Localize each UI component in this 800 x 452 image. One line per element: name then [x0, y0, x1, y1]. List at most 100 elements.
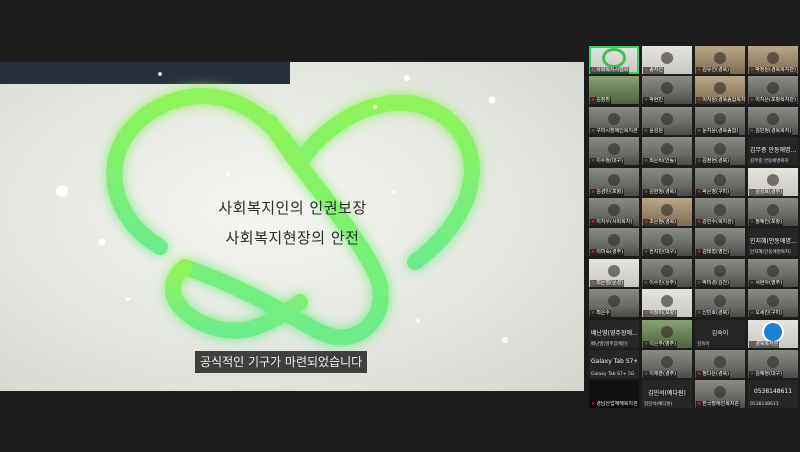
participant-tile[interactable]: ⨯이지우(사회복지)	[589, 198, 639, 226]
participant-tile[interactable]: ⨯박은영(구미)	[695, 167, 745, 196]
participant-video	[661, 112, 673, 125]
participant-video	[661, 264, 673, 277]
sparkle-dot	[158, 72, 162, 76]
participant-tile[interactable]: ⨯문지윤(경북종합)	[695, 106, 745, 135]
participant-tile[interactable]: 김무중 안동애명... 김무중 안동애명복지	[748, 137, 798, 166]
muted-mic-icon: ⨯	[644, 219, 649, 225]
participant-name-label: ⨯김혜정(대구)	[749, 371, 784, 378]
muted-mic-icon: ⨯	[750, 340, 755, 347]
participant-video	[714, 52, 726, 64]
participant-tile[interactable]: ⨯이지은(포항복지관)	[748, 76, 798, 105]
participant-tile[interactable]: ⨯정다은(경북)	[695, 350, 745, 378]
participant-tile[interactable]: 김민석(예다원) 김민석(예다원)	[642, 380, 692, 409]
participant-tile[interactable]: 인지혜(안동애명... 인지혜(안동애명복지)	[748, 228, 798, 257]
participant-tile[interactable]: ⨯김현정(경북)	[642, 167, 692, 196]
participant-tile[interactable]: ⨯이수민(상주)	[642, 258, 692, 287]
participant-tile[interactable]: ⨯사회복지사협회	[589, 46, 639, 74]
participant-tile[interactable]: 김숙이 김숙이	[695, 319, 745, 348]
participant-tile[interactable]: ⨯김태형(영천)	[695, 228, 745, 257]
muted-mic-icon: ⨯	[750, 127, 755, 134]
participant-tile[interactable]: ⨯경북복지관	[748, 319, 798, 348]
muted-mic-icon: ⨯	[697, 219, 702, 225]
participant-name-label: 김민석(예다원)	[644, 402, 673, 408]
participant-tile[interactable]: ⨯오세진(구미)	[748, 289, 798, 318]
participant-name-label: ⨯경북복지관	[749, 340, 780, 348]
participant-name-label: ⨯이수민(상주)	[643, 279, 678, 287]
participant-gallery: ⨯사회복지사협회 ⨯송지선 ⨯김유선(경북) ⨯박정원(경북복지관) ⨯김정환 ⨯박현빈 ⨯…	[589, 46, 800, 410]
participant-name-label: ⨯최은수	[590, 310, 612, 318]
sparkle-dot	[98, 238, 106, 246]
participant-tile[interactable]: ⨯김성호(경주)	[748, 167, 798, 196]
participant-tile[interactable]: ⨯최은영(문경)	[589, 258, 639, 287]
participant-name-label: ⨯김경민(포항)	[590, 188, 625, 196]
participant-tile[interactable]: ⨯이정미(포항)	[642, 289, 692, 318]
participant-tile[interactable]: ⨯서현아(영주)	[748, 258, 798, 287]
participant-name-label: ⨯이지우(사회복지)	[590, 219, 634, 226]
participant-tile[interactable]: ⨯윤성원	[642, 106, 692, 135]
participant-video	[767, 264, 779, 277]
participant-tile[interactable]: 0538148611 0538148611	[748, 380, 798, 409]
muted-mic-icon: ⨯	[750, 188, 755, 195]
slide-text-line-2: 사회복지현장의 안전	[225, 229, 360, 247]
participant-name-label: ⨯김성호(경주)	[749, 188, 784, 196]
participant-name-label: ⨯윤성원	[643, 127, 665, 135]
subtitle-caption: 공식적인 기구가 마련되었습니다	[195, 351, 368, 373]
participant-tile[interactable]: ⨯한지민(대구)	[642, 228, 692, 257]
participant-tile[interactable]: ⨯이수정(대구)	[589, 137, 639, 166]
participant-name-label: ⨯신민호(경북)	[696, 310, 731, 318]
participant-display-name: 0538148611	[753, 388, 793, 396]
participant-tile[interactable]: ⨯김혜정(대구)	[748, 350, 798, 378]
participant-video	[714, 386, 726, 399]
participant-tile[interactable]: ⨯김정현(경북)	[695, 137, 745, 166]
participant-name-label: ⨯정다은(경북)	[696, 371, 731, 378]
muted-mic-icon: ⨯	[591, 127, 596, 134]
participant-tile[interactable]: ⨯구미시장애인복지관	[589, 106, 639, 135]
participant-tile[interactable]: ⨯조은정(경북)	[642, 198, 692, 226]
participant-tile[interactable]: ⨯이지원(경북종합복지)	[695, 76, 745, 105]
participant-tile[interactable]: ⨯강민수(복지관)	[695, 198, 745, 226]
participant-name-label: ⨯박정원(경북복지관)	[749, 67, 797, 74]
participant-tile[interactable]: ⨯이재훈(경주)	[642, 350, 692, 378]
participant-name-label: ⨯문지윤(경북종합)	[696, 127, 740, 135]
participant-name-label: ⨯박미경(김천)	[696, 279, 731, 287]
participant-tile[interactable]: Galaxy Tab S7+... Galaxy Tab S7+ 5G	[589, 350, 639, 378]
muted-mic-icon: ⨯	[697, 401, 702, 408]
participant-name-label: ⨯김정현(경북)	[696, 158, 731, 166]
participant-tile[interactable]: ⨯김민정(경북복지)	[748, 106, 798, 135]
participant-display-name: 인지혜(안동애명...	[750, 238, 796, 246]
participant-tile[interactable]: ⨯정혜진(포항)	[748, 198, 798, 226]
participant-tile[interactable]: ⨯김정환	[589, 76, 639, 105]
participant-tile[interactable]: ⨯신민호(경북)	[695, 289, 745, 318]
muted-mic-icon: ⨯	[697, 371, 702, 377]
muted-mic-icon: ⨯	[644, 249, 649, 256]
participant-tile[interactable]: ⨯송지선	[642, 46, 692, 74]
participant-tile[interactable]: ⨯김경민(포항)	[589, 167, 639, 196]
participant-tile[interactable]: 배난영(영주장애... 배난영(영주장애인)	[589, 319, 639, 348]
participant-tile[interactable]: ⨯최은비(안동)	[642, 137, 692, 166]
participant-video	[661, 356, 673, 368]
participant-video	[714, 295, 726, 308]
participant-tile[interactable]: ⨯한국장애인복지관	[695, 380, 745, 409]
participant-tile[interactable]: ⨯이미숙(경주)	[589, 228, 639, 257]
participant-name-label: ⨯서현아(영주)	[749, 279, 784, 287]
participant-name-label: 김숙이	[697, 341, 710, 347]
participant-name-label: ⨯한지민(대구)	[643, 249, 678, 257]
participant-name-label: ⨯박현빈	[643, 97, 665, 105]
slide-text-line-1: 사회복지인의 인권보장	[218, 199, 367, 217]
participant-tile[interactable]: ⨯이은주(영주)	[642, 319, 692, 348]
participant-tile[interactable]: ⨯박정원(경북복지관)	[748, 46, 798, 74]
participant-name-label: ⨯이지은(포항복지관)	[749, 97, 797, 105]
muted-mic-icon: ⨯	[750, 67, 755, 73]
muted-mic-icon: ⨯	[697, 188, 702, 195]
participant-tile[interactable]: ⨯경남산업재해복지관	[589, 380, 639, 409]
participant-tile[interactable]: ⨯김유선(경북)	[695, 46, 745, 74]
participant-tile[interactable]: ⨯박현빈	[642, 76, 692, 105]
participant-tile[interactable]: ⨯박미경(김천)	[695, 258, 745, 287]
participant-name-label: ⨯최은비(안동)	[643, 158, 678, 166]
participant-video	[767, 356, 779, 368]
participant-display-name: 김민석(예다원)	[648, 390, 686, 398]
participant-name-label: ⨯송지선	[643, 67, 665, 74]
participant-tile[interactable]: ⨯최은수	[589, 289, 639, 318]
muted-mic-icon: ⨯	[697, 97, 702, 104]
participant-name-label: 인지혜(안동애명복지)	[750, 250, 791, 256]
